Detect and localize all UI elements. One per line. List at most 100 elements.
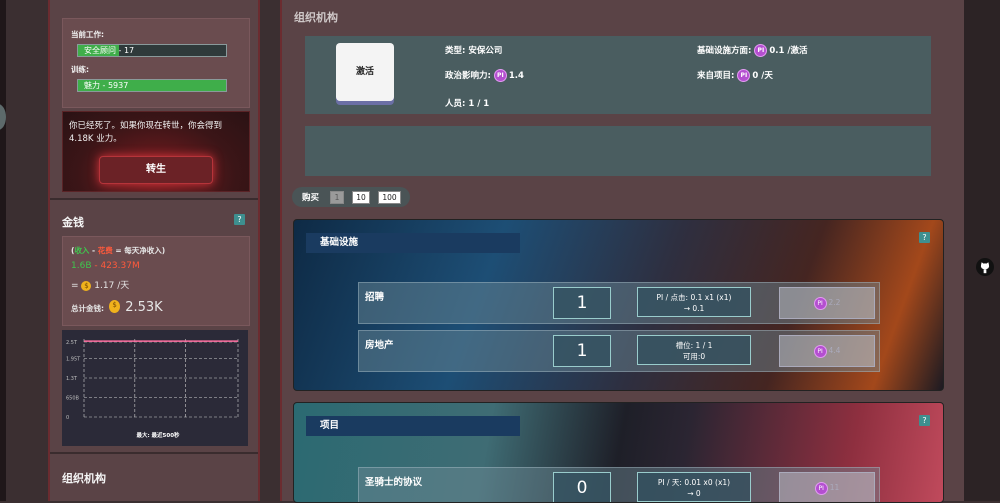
row-quantity: 1 [553,287,611,319]
infra-row-realestate[interactable]: 房地产 1 槽位: 1 / 1 可用:0 PI 4.4 [358,330,880,372]
infrastructure-section: 基础设施 ? 招聘 1 PI / 点击: 0.1 x1 (x1) → 0.1 P… [293,219,944,391]
divider [50,452,258,454]
buy-amount-selector: 购买 1 10 100 [292,187,410,207]
pi-icon: PI [813,344,827,358]
staff-count: 人员: 1 / 1 [445,99,490,109]
buy-cost-button[interactable]: PI 2.2 [779,287,875,319]
money-legend: (收入 - 花费 = 每天净收入) [71,245,165,256]
current-job-progress: 安全顾问 - 17 [77,44,227,57]
row-stats: PI / 天: 0.01 x0 (x1) → 0 [637,472,751,502]
infrastructure-help-button[interactable]: ? [919,232,930,243]
chart-y-tick: 650B [66,396,80,402]
chart-footer: 最大: 最近500秒 [136,431,180,439]
projects-label: 来自项目: [697,71,735,81]
chart-grid [83,339,239,418]
sidebar: 当前工作: 安全顾问 - 17 训练: 魅力 - 5937 你已经死了。如果你现… [48,0,260,501]
infrastructure-title: 基础设施 [306,233,520,253]
pi-icon: PI [814,481,828,495]
buy-option-1[interactable]: 1 [330,191,344,204]
legend-minus: - [89,246,98,255]
buy-option-10[interactable]: 10 [352,191,370,204]
row-stats: PI / 点击: 0.1 x1 (x1) → 0.1 [637,287,751,317]
main-panel: 组织机构 激活 类型: 安保公司 政治影响力: PI 1.4 人员: 1 / 1 … [280,0,966,503]
cost-value: 11 [829,483,840,492]
divider [50,198,258,200]
infra-label: 基础设施方面: [697,46,752,56]
cost-value: 4.4 [828,346,841,355]
org-type: 类型: 安保公司 [445,46,503,56]
expense-value: 423.37M [100,261,140,271]
page-title: 组织机构 [294,11,338,24]
org-sidebar-title: 组织机构 [62,472,106,485]
death-message: 你已经死了。如果你现在转世，你会得到 4.18K 业力。 [69,121,223,144]
row-stats: 槽位: 1 / 1 可用:0 [637,335,751,365]
total-money-value: 2.53K [125,300,163,315]
rebirth-button[interactable]: 转生 [99,156,213,184]
money-chart: 0 650B 1.3T 1.95T 2.5T 最大: 最近500秒 [62,330,248,446]
job-card: 当前工作: 安全顾问 - 17 训练: 魅力 - 5937 [62,18,250,108]
total-money-label: 总计金钱: [71,304,104,313]
github-icon[interactable] [976,258,994,276]
chart-y-tick: 2.5T [66,340,78,346]
political-label: 政治影响力: [445,71,491,81]
legend-income: 收入 [74,246,90,255]
total-money: 总计金钱: $ 2.53K [71,296,163,315]
political-influence: 政治影响力: PI 1.4 [445,69,524,82]
row-stat-line-1: PI / 点击: 0.1 x1 (x1) [656,293,732,302]
projects-section: 项目 ? 圣骑士的协议 0 PI / 天: 0.01 x0 (x1) → 0 P… [293,402,944,503]
project-income: 来自项目: PI 0 /天 [697,69,773,82]
pi-icon: PI [737,69,751,82]
rebirth-card: 你已经死了。如果你现在转世，你会得到 4.18K 业力。 转生 [62,111,250,192]
org-empty-panel [305,126,931,176]
row-name: 招聘 [365,292,385,303]
projects-value: 0 /天 [752,71,773,81]
infra-row-recruit[interactable]: 招聘 1 PI / 点击: 0.1 x1 (x1) → 0.1 PI 2.2 [358,282,880,324]
money-help-button[interactable]: ? [234,214,245,225]
money-card: (收入 - 花费 = 每天净收入) 1.6B - 423.37M = $ 1.1… [62,236,250,326]
per-day-unit: /天 [114,281,130,291]
chart-y-tick: 0 [66,415,69,421]
training-progress: 魅力 - 5937 [77,79,227,92]
infra-value: 0.1 /激活 [769,46,808,56]
money-chart-svg: 0 650B 1.3T 1.95T 2.5T 最大: 最近500秒 [66,339,239,439]
row-stat-line-1: PI / 天: 0.01 x0 (x1) [657,478,731,487]
equals-sign: = [71,281,79,291]
legend-expense: 花费 [97,246,113,255]
projects-title: 项目 [306,416,520,436]
current-job-label: 当前工作: [71,30,104,39]
income-value: 1.6B [71,261,92,271]
cost-value: 2.2 [828,298,841,307]
row-stat-line-2: → 0.1 [683,304,705,313]
project-row-paladin[interactable]: 圣骑士的协议 0 PI / 天: 0.01 x0 (x1) → 0 PI 11 [358,467,880,502]
coin-icon: $ [81,280,92,291]
chart-y-tick: 1.95T [66,357,81,363]
org-info-panel: 激活 类型: 安保公司 政治影响力: PI 1.4 人员: 1 / 1 基础设施方… [305,36,931,114]
buy-option-100[interactable]: 100 [378,191,401,204]
pi-icon: PI [813,296,827,310]
row-quantity: 1 [553,335,611,367]
net-income: = $ 1.17 /天 [71,278,129,291]
row-name: 圣骑士的协议 [365,477,423,488]
pi-icon: PI [493,69,507,82]
chart-y-tick: 1.3T [66,376,78,382]
training-value: 魅力 - 5937 [84,81,129,90]
projects-help-button[interactable]: ? [919,415,930,426]
training-label: 训练: [71,65,89,74]
money-formula: 1.6B - 423.37M [71,261,140,271]
left-edge [0,0,6,501]
net-income-value: 1.17 [94,281,115,291]
buy-label: 购买 [302,193,320,203]
infra-income: 基础设施方面: PI 0.1 /激活 [697,44,808,57]
row-stat-line-1: 槽位: 1 / 1 [675,341,713,350]
coin-icon: $ [109,300,121,313]
row-stat-line-2: → 0 [687,489,701,498]
row-name: 房地产 [365,340,394,351]
activate-button[interactable]: 激活 [336,43,394,101]
pi-icon: PI [754,44,768,57]
row-stat-line-2: 可用:0 [682,352,706,361]
buy-cost-button[interactable]: PI 11 [779,472,875,502]
chart-y-ticks: 0 650B 1.3T 1.95T 2.5T [66,340,81,421]
right-edge [964,0,1000,501]
buy-cost-button[interactable]: PI 4.4 [779,335,875,367]
current-job-value: 安全顾问 - 17 [84,46,135,55]
